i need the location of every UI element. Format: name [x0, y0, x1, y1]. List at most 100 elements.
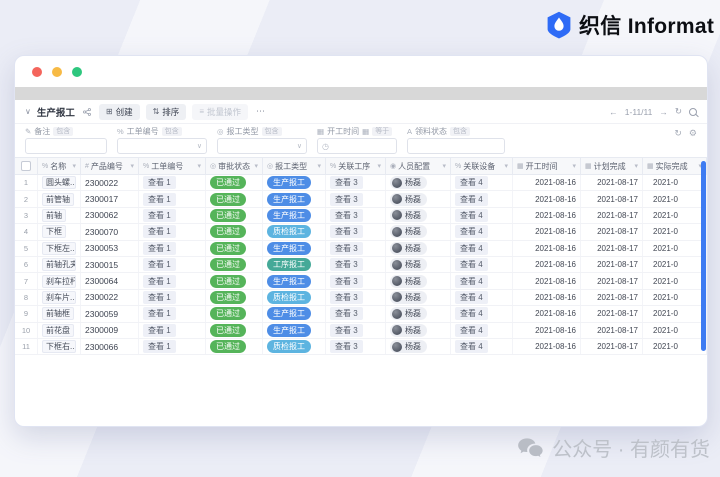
- column-header-prod[interactable]: # 产品编号 ▾: [81, 158, 139, 174]
- maximize-window-button[interactable]: [72, 66, 82, 77]
- view-process-button[interactable]: 查看 3: [330, 307, 363, 321]
- column-header-equip[interactable]: % 关联设备 ▾: [451, 158, 513, 174]
- view-work-order-button[interactable]: 查看 1: [143, 274, 176, 288]
- record-name-tag[interactable]: 刹车片...: [42, 290, 76, 304]
- column-header-name[interactable]: % 名称 ▾: [38, 158, 81, 174]
- table-row[interactable]: 2 前管轴 2300017 查看 1 已通过 生产报工 查看 3 杨磊 查看 4 2021-08-…: [15, 191, 707, 208]
- table-row[interactable]: 8 刹车片... 2300022 查看 1 已通过 质检报工 查看 3 杨磊 查看 4 2021-…: [15, 289, 707, 307]
- view-work-order-button[interactable]: 查看 1: [143, 307, 176, 321]
- table-row[interactable]: 3 前轴 2300062 查看 1 已通过 生产报工 查看 3 杨磊 查看 4 2021-08-1…: [15, 207, 707, 225]
- view-work-order-button[interactable]: 查看 1: [143, 208, 176, 222]
- search-icon[interactable]: [689, 107, 697, 116]
- filter-input-report-type[interactable]: ∨: [217, 138, 307, 154]
- table-row[interactable]: 11 下框右... 2300066 查看 1 已通过 质检报工 查看 3 杨磊 查看 4 2021…: [15, 338, 707, 356]
- view-process-button[interactable]: 查看 3: [330, 192, 363, 206]
- minimize-window-button[interactable]: [52, 66, 62, 77]
- chevron-down-icon[interactable]: ▾: [130, 162, 134, 170]
- view-work-order-button[interactable]: 查看 1: [143, 258, 176, 272]
- column-header-appr[interactable]: ◎ 审批状态 ▾: [206, 158, 263, 174]
- column-header-type[interactable]: ◎ 报工类型 ▾: [263, 158, 326, 174]
- view-process-button[interactable]: 查看 3: [330, 274, 363, 288]
- close-window-button[interactable]: [32, 66, 42, 77]
- select-all-checkbox[interactable]: [21, 161, 31, 171]
- view-process-button[interactable]: 查看 3: [330, 225, 363, 239]
- filter-input-note[interactable]: [25, 138, 107, 154]
- table-row[interactable]: 9 前轴框 2300059 查看 1 已通过 生产报工 查看 3 杨磊 查看 4 2021-08-…: [15, 306, 707, 323]
- view-work-order-button[interactable]: 查看 1: [143, 340, 176, 354]
- pagination-next-icon[interactable]: →: [659, 107, 668, 117]
- chevron-down-icon[interactable]: ▾: [72, 162, 76, 170]
- filter-input-work-order[interactable]: ∨: [117, 138, 207, 154]
- view-work-order-button[interactable]: 查看 1: [143, 290, 176, 304]
- cell-personnel: 杨磊: [386, 191, 451, 207]
- filter-settings-icon[interactable]: ⚙: [689, 128, 697, 139]
- view-equipment-button[interactable]: 查看 4: [455, 225, 488, 239]
- view-equipment-button[interactable]: 查看 4: [455, 307, 488, 321]
- chevron-down-icon[interactable]: ▾: [377, 162, 381, 170]
- table-row[interactable]: 4 下框 2300070 查看 1 已通过 质检报工 查看 3 杨磊 查看 4 2021-08-1…: [15, 224, 707, 241]
- filter-input-material-status[interactable]: [407, 138, 505, 154]
- record-name-tag[interactable]: 前管轴: [42, 192, 74, 206]
- table-row[interactable]: 7 刹车拉杆 2300064 查看 1 已通过 生产报工 查看 3 杨磊 查看 4 2021-08…: [15, 273, 707, 290]
- more-actions-icon[interactable]: ⋯: [256, 106, 265, 117]
- view-process-button[interactable]: 查看 3: [330, 290, 363, 304]
- chevron-down-icon[interactable]: ▾: [634, 162, 638, 170]
- view-process-button[interactable]: 查看 3: [330, 241, 363, 255]
- column-header-wo[interactable]: % 工单编号 ▾: [139, 158, 206, 174]
- collapse-view-icon[interactable]: ∨: [25, 107, 31, 116]
- record-name-tag[interactable]: 下框左...: [42, 241, 76, 255]
- view-process-button[interactable]: 查看 3: [330, 258, 363, 272]
- chevron-down-icon[interactable]: ▾: [317, 162, 321, 170]
- table-row[interactable]: 1 圆头螺... 2300022 查看 1 已通过 生产报工 查看 3 杨磊 查看 4 2021-…: [15, 175, 707, 192]
- column-header-plan[interactable]: ▦ 计划完成 ▾: [581, 158, 643, 174]
- view-work-order-button[interactable]: 查看 1: [143, 192, 176, 206]
- view-work-order-button[interactable]: 查看 1: [143, 323, 176, 337]
- pagination-prev-icon[interactable]: ←: [609, 107, 618, 117]
- view-equipment-button[interactable]: 查看 4: [455, 176, 488, 190]
- view-process-button[interactable]: 查看 3: [330, 176, 363, 190]
- refresh-icon[interactable]: ↻: [675, 106, 682, 117]
- table-row[interactable]: 10 前花盘 2300009 查看 1 已通过 生产报工 查看 3 杨磊 查看 4 2021-08…: [15, 322, 707, 339]
- view-equipment-button[interactable]: 查看 4: [455, 258, 488, 272]
- column-header-pers[interactable]: ◉ 人员配置 ▾: [386, 158, 451, 174]
- view-equipment-button[interactable]: 查看 4: [455, 241, 488, 255]
- share-icon[interactable]: [82, 107, 91, 116]
- view-process-button[interactable]: 查看 3: [330, 208, 363, 222]
- chevron-down-icon[interactable]: ▾: [442, 162, 446, 170]
- view-equipment-button[interactable]: 查看 4: [455, 274, 488, 288]
- table-row[interactable]: 6 前轴孔夹 2300015 查看 1 已通过 工序报工 查看 3 杨磊 查看 4 2021-08…: [15, 256, 707, 274]
- record-name-tag[interactable]: 下框: [42, 225, 66, 239]
- view-process-button[interactable]: 查看 3: [330, 340, 363, 354]
- view-work-order-button[interactable]: 查看 1: [143, 176, 176, 190]
- view-equipment-button[interactable]: 查看 4: [455, 340, 488, 354]
- vertical-scrollbar[interactable]: [701, 161, 706, 351]
- view-process-button[interactable]: 查看 3: [330, 323, 363, 337]
- view-work-order-button[interactable]: 查看 1: [143, 241, 176, 255]
- view-equipment-button[interactable]: 查看 4: [455, 323, 488, 337]
- record-name-tag[interactable]: 前花盘: [42, 323, 74, 337]
- view-equipment-button[interactable]: 查看 4: [455, 192, 488, 206]
- record-name-tag[interactable]: 刹车拉杆: [42, 274, 76, 288]
- record-name-tag[interactable]: 下框右...: [42, 340, 76, 354]
- batch-actions-button[interactable]: ≡ 批量操作: [192, 103, 248, 120]
- column-header-start[interactable]: ▦ 开工时间 ▾: [513, 158, 581, 174]
- view-equipment-button[interactable]: 查看 4: [455, 208, 488, 222]
- record-name-tag[interactable]: 前轴: [42, 208, 66, 222]
- column-header-proc[interactable]: % 关联工序 ▾: [326, 158, 386, 174]
- record-name-tag[interactable]: 圆头螺...: [42, 176, 76, 190]
- create-button[interactable]: ⊞ 创建: [98, 103, 140, 120]
- sort-button[interactable]: ⇅ 排序: [145, 103, 187, 120]
- filter-refresh-icon[interactable]: ↻: [674, 128, 682, 139]
- column-header-act[interactable]: ▦实际完成▾: [643, 158, 707, 174]
- chevron-down-icon[interactable]: ▾: [197, 162, 201, 170]
- chevron-down-icon[interactable]: ▾: [504, 162, 508, 170]
- view-equipment-button[interactable]: 查看 4: [455, 290, 488, 304]
- chevron-down-icon[interactable]: ▾: [254, 162, 258, 170]
- column-label: 审批状态: [218, 161, 251, 171]
- chevron-down-icon[interactable]: ▾: [572, 162, 576, 170]
- record-name-tag[interactable]: 前轴孔夹: [42, 258, 76, 272]
- table-row[interactable]: 5 下框左... 2300053 查看 1 已通过 生产报工 查看 3 杨磊 查看 4 2021-…: [15, 240, 707, 257]
- view-work-order-button[interactable]: 查看 1: [143, 225, 176, 239]
- record-name-tag[interactable]: 前轴框: [42, 307, 74, 321]
- filter-input-start-time[interactable]: ◷: [317, 138, 397, 154]
